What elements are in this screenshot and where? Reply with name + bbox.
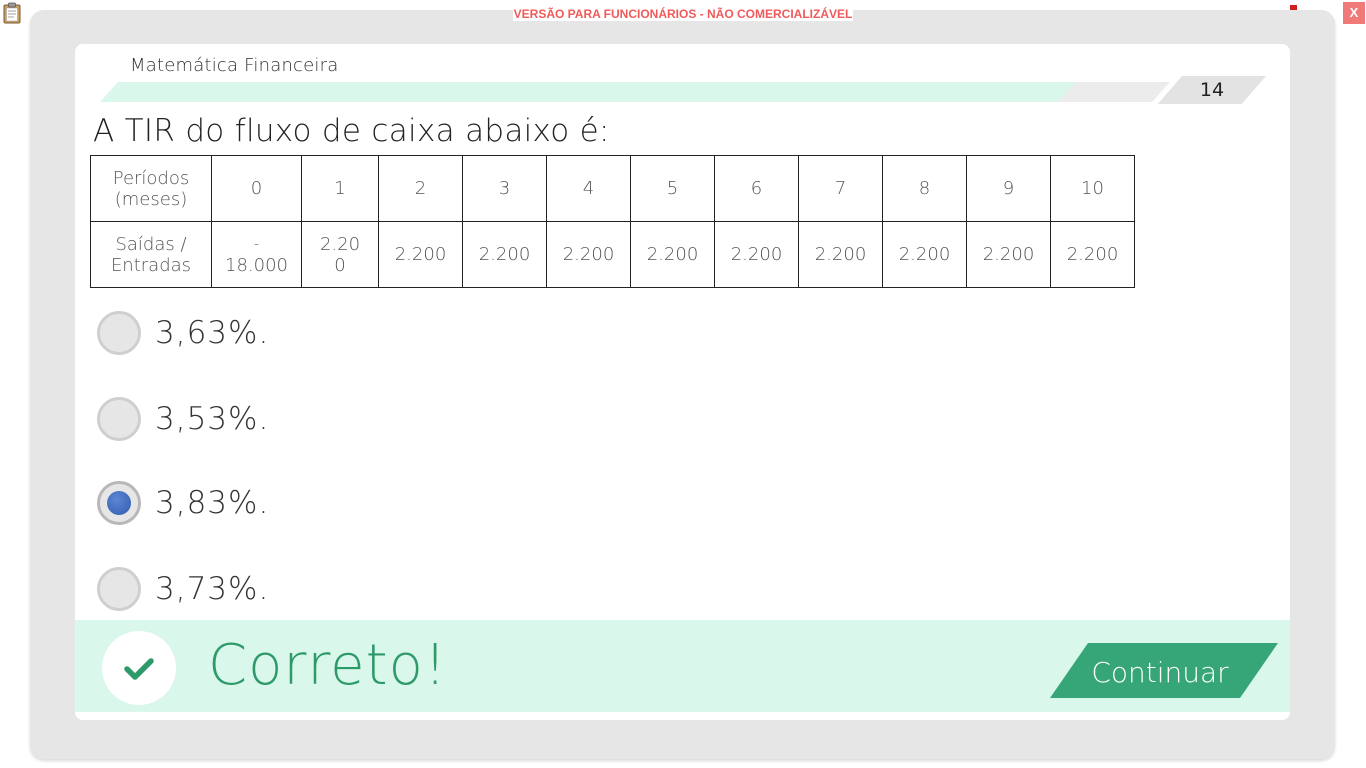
answer-label[interactable]: 3,63%.	[155, 315, 269, 351]
period-cell: 7	[798, 155, 883, 222]
radio-button[interactable]	[97, 397, 141, 441]
radio-button[interactable]	[97, 481, 141, 525]
period-cell: 8	[882, 155, 967, 222]
cash-row: Saídas / Entradas - 18.000 2.20 0 2.200 …	[90, 221, 1135, 288]
answer-label[interactable]: 3,73%.	[155, 571, 269, 607]
answer-option[interactable]: 3,63%.	[97, 310, 497, 356]
periods-row: Períodos (meses) 0 1 2 3 4 5 6 7 8 9 10	[90, 155, 1135, 222]
answer-option[interactable]: 3,73%.	[97, 566, 497, 612]
cash-cell: 2.200	[882, 221, 967, 288]
progress-bar	[100, 76, 1266, 104]
answer-option[interactable]: 3,83%.	[97, 480, 497, 526]
cash-cell: 2.200	[714, 221, 799, 288]
cash-cell: 2.200	[1050, 221, 1135, 288]
page-number: 14	[1199, 79, 1225, 101]
progress-fill	[100, 82, 1076, 102]
period-cell: 3	[462, 155, 547, 222]
answer-label[interactable]: 3,53%.	[155, 401, 269, 437]
radio-button[interactable]	[97, 311, 141, 355]
cash-cell: 2.200	[462, 221, 547, 288]
watermark-banner: VERSÃO PARA FUNCIONÁRIOS - NÃO COMERCIAL…	[0, 7, 1366, 21]
cash-cell-line2: 0	[334, 254, 346, 276]
period-cell: 1	[301, 155, 379, 222]
period-cell: 9	[966, 155, 1051, 222]
period-cell: 4	[546, 155, 631, 222]
period-cell: 5	[630, 155, 715, 222]
cash-cell: 2.200	[546, 221, 631, 288]
period-cell: 0	[211, 155, 302, 222]
checkmark-icon	[124, 658, 154, 680]
cash-header-line2: Entradas	[110, 254, 192, 276]
period-cell: 2	[378, 155, 463, 222]
periods-header-line2: (meses)	[114, 188, 188, 210]
cash-cell-line1: -	[253, 235, 260, 252]
check-badge	[102, 631, 176, 705]
cash-cell-line1: 2.20	[319, 233, 361, 255]
cash-cell-line2: 18.000	[225, 254, 288, 276]
period-cell: 10	[1050, 155, 1135, 222]
answer-label[interactable]: 3,83%.	[155, 485, 269, 521]
periods-header-cell: Períodos (meses)	[90, 155, 212, 222]
watermark-text: VERSÃO PARA FUNCIONÁRIOS - NÃO COMERCIAL…	[512, 7, 854, 21]
radio-dot-icon	[107, 491, 131, 515]
cash-header-cell: Saídas / Entradas	[90, 221, 212, 288]
continue-label[interactable]: Continuar	[1090, 656, 1230, 689]
cash-cell: 2.200	[798, 221, 883, 288]
cash-flow-table: Períodos (meses) 0 1 2 3 4 5 6 7 8 9 10 …	[90, 155, 1135, 288]
period-cell: 6	[714, 155, 799, 222]
cash-cell: 2.200	[966, 221, 1051, 288]
periods-header-line1: Períodos	[112, 167, 190, 189]
answer-option[interactable]: 3,53%.	[97, 396, 497, 442]
result-text: Correto!	[208, 633, 448, 698]
cash-header-line1: Saídas /	[115, 233, 187, 255]
cash-cell: - 18.000	[211, 221, 302, 288]
cash-cell: 2.20 0	[301, 221, 379, 288]
subject-title: Matemática Financeira	[130, 55, 339, 76]
cash-cell: 2.200	[630, 221, 715, 288]
radio-button[interactable]	[97, 567, 141, 611]
question-text: A TIR do fluxo de caixa abaixo é:	[93, 113, 610, 149]
cash-cell: 2.200	[378, 221, 463, 288]
